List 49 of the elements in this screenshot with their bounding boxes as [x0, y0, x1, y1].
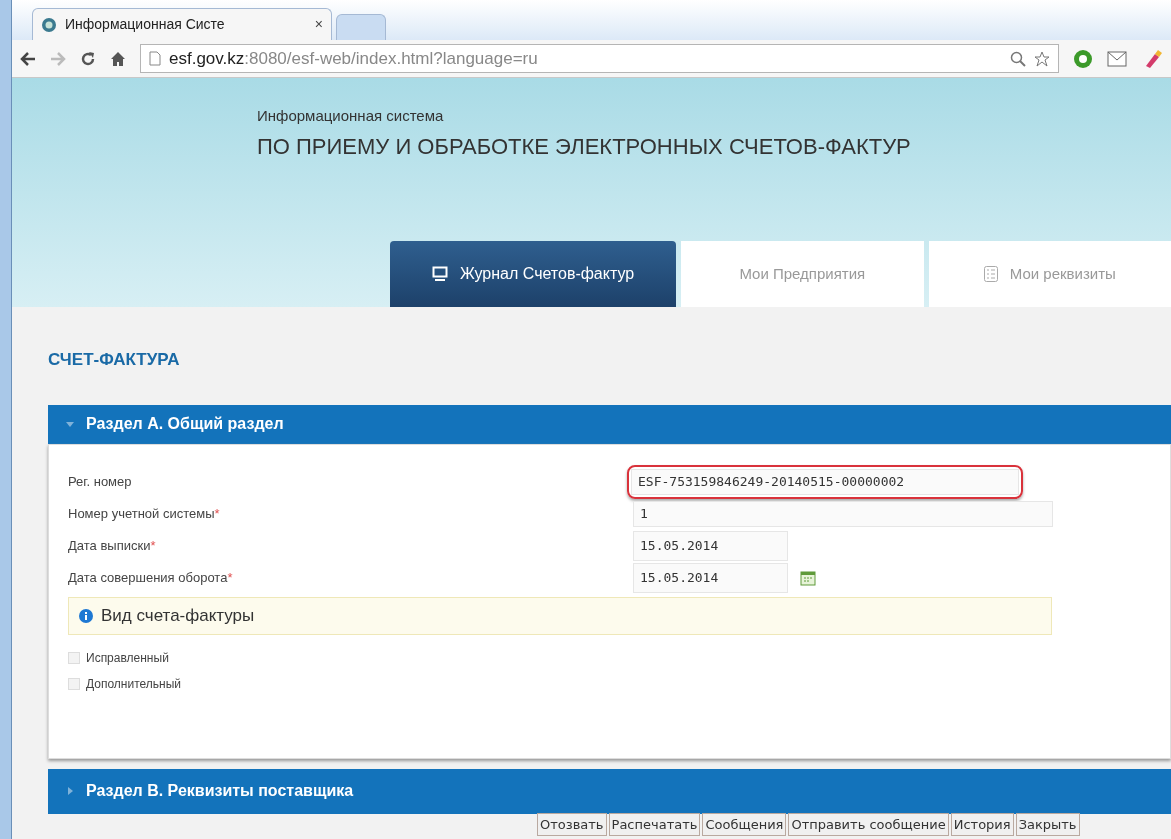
- required-mark: *: [214, 504, 220, 523]
- action-button[interactable]: Отправить сообщение: [788, 813, 949, 836]
- required-mark: *: [227, 568, 233, 587]
- section-header[interactable]: Раздел А. Общий раздел: [48, 404, 1171, 444]
- required-mark: *: [150, 536, 156, 555]
- action-button[interactable]: Распечатать: [608, 813, 701, 836]
- nav-tab[interactable]: Журнал Счетов-фактур: [390, 241, 677, 307]
- extension-icon[interactable]: [1073, 48, 1093, 69]
- caret-right-icon: [66, 787, 74, 795]
- back-icon[interactable]: [20, 51, 36, 66]
- action-button[interactable]: Отозвать: [537, 813, 607, 836]
- caret-down-icon: [66, 420, 74, 428]
- page-title: СЧЕТ-ФАКТУРА: [48, 349, 181, 371]
- checkbox[interactable]: [68, 651, 80, 664]
- globe-icon: [41, 16, 57, 33]
- list-icon: [983, 266, 998, 282]
- star-icon[interactable]: [1034, 50, 1050, 67]
- home-icon[interactable]: [110, 50, 126, 67]
- action-button[interactable]: Закрыть: [1015, 813, 1080, 836]
- reload-icon[interactable]: [80, 50, 96, 67]
- field-label: Дата выписки: [68, 536, 151, 555]
- field-label: Рег. номер: [68, 472, 132, 491]
- mail-icon[interactable]: [1107, 49, 1129, 68]
- action-button[interactable]: История: [950, 813, 1014, 836]
- address-field[interactable]: esf.gov.kz:8080/esf-web/index.html?language=ru: [140, 44, 1059, 73]
- header-title: ПО ПРИЕМУ И ОБРАБОТКЕ ЭЛЕКТРОННЫХ СЧЕТОВ-ФАКТУР: [257, 132, 912, 161]
- info-text: Вид счета-фактуры: [101, 604, 255, 627]
- input-field[interactable]: ESF-753159846249-20140515-00000002: [631, 468, 1019, 495]
- field-label: Номер учетной системы: [68, 504, 215, 523]
- info-icon: [79, 608, 93, 623]
- input-field[interactable]: 1: [633, 500, 1053, 527]
- input-field[interactable]: 15.05.2014: [633, 530, 788, 561]
- checkbox-label: Исправленный: [86, 649, 169, 667]
- url-text: esf.gov.kz:8080/esf-web/index.html?language=ru: [169, 47, 538, 70]
- browser-tab[interactable]: Информационная Систе ×: [32, 8, 332, 40]
- checkbox-label: Дополнительный: [86, 675, 182, 693]
- zoom-icon[interactable]: [1010, 50, 1026, 67]
- tab-close[interactable]: ×: [314, 14, 323, 35]
- calendar-icon[interactable]: [800, 569, 816, 586]
- monitor-icon: [431, 266, 448, 282]
- field-label: Дата совершения оборота: [68, 568, 228, 587]
- section-header[interactable]: Раздел В. Реквизиты поставщика: [48, 768, 1171, 814]
- tab-title: Информационная Систе: [65, 15, 225, 34]
- header-subtitle: Информационная система: [257, 106, 445, 126]
- page-icon: [149, 51, 161, 66]
- checkbox[interactable]: [68, 677, 80, 690]
- brush-icon[interactable]: [1143, 48, 1163, 69]
- input-field[interactable]: 15.05.2014: [633, 562, 788, 593]
- action-button[interactable]: Сообщения: [702, 813, 787, 836]
